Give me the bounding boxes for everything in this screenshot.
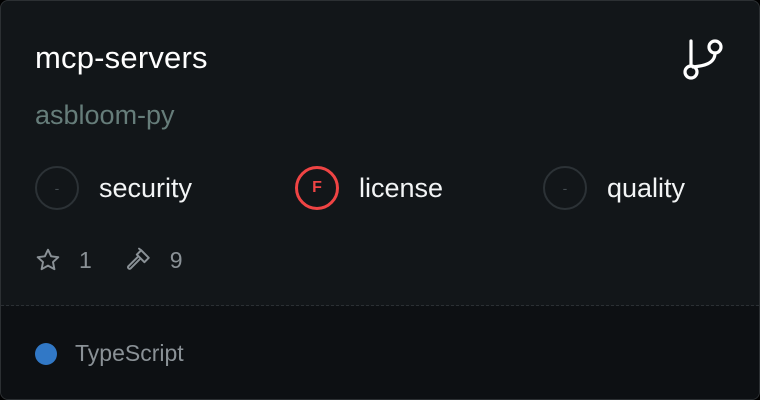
quality-score: - quality xyxy=(543,164,685,212)
hammer-icon xyxy=(126,247,150,270)
security-grade-ring: - xyxy=(35,166,79,210)
language-label: TypeScript xyxy=(75,340,184,366)
license-grade-ring: F xyxy=(295,166,339,210)
repo-owner: asbloom-py xyxy=(35,100,175,130)
repo-card[interactable]: mcp-servers asbloom-py - security F lice… xyxy=(0,0,760,400)
quality-label: quality xyxy=(607,173,686,203)
repo-stats: 1 9 xyxy=(35,243,217,277)
card-footer: TypeScript xyxy=(1,306,759,399)
star-count: 1 xyxy=(79,246,92,273)
quality-grade-ring: - xyxy=(543,166,587,210)
security-label: security xyxy=(99,173,193,203)
security-score: - security xyxy=(35,164,192,212)
star-icon xyxy=(36,248,60,271)
tool-count: 9 xyxy=(169,246,183,273)
git-branch-icon xyxy=(683,39,723,80)
repo-name[interactable]: mcp-servers xyxy=(35,39,208,77)
license-label: license xyxy=(359,173,444,203)
license-score: F license xyxy=(295,164,443,212)
language-color-dot xyxy=(35,343,57,365)
